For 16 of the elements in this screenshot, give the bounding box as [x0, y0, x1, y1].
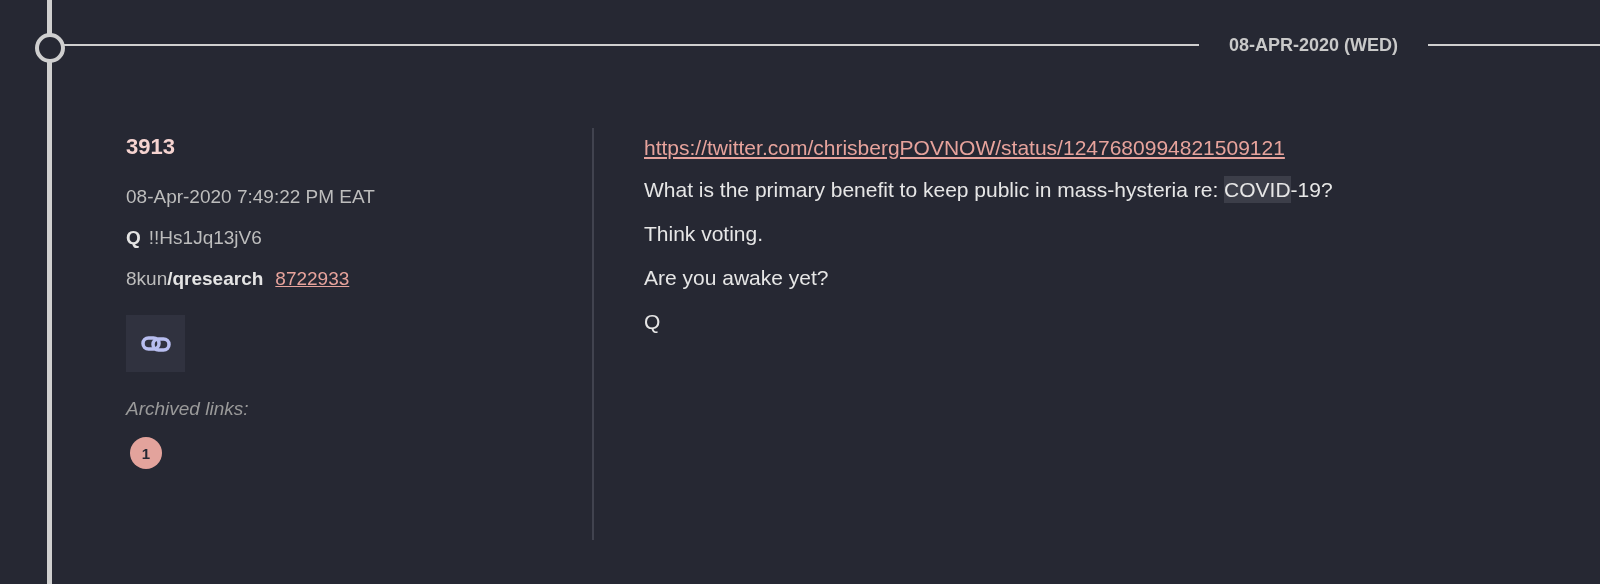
- archived-link[interactable]: 1: [130, 437, 162, 469]
- board-name: 8kun/qresearch: [126, 267, 264, 290]
- post-text-line: Think voting.: [644, 221, 765, 247]
- link-button[interactable]: [126, 315, 185, 372]
- tweet-link[interactable]: https://twitter.com/chrisbergPOVNOW/status/1247680994821509121: [644, 128, 1333, 168]
- archived-links-label: Archived links:: [126, 398, 250, 420]
- date-heading: 08-APR-2020 (WED): [1227, 34, 1399, 56]
- post-number: 3913: [126, 134, 176, 161]
- post-text-line: Q: [644, 309, 662, 335]
- tripcode: !!Hs1Jq13jV6: [148, 226, 262, 249]
- post-text-line: What is the primary benefit to keep public in mass-hysteria re: COVID-19?: [644, 175, 1333, 205]
- post-link[interactable]: 8722933: [275, 267, 350, 290]
- timestamp: 08-Apr-2020 7:49:22 PM EAT: [126, 185, 375, 208]
- link-icon: [140, 334, 171, 353]
- author-name: Q: [126, 226, 141, 249]
- post-text-line: Are you awake yet?: [644, 265, 830, 291]
